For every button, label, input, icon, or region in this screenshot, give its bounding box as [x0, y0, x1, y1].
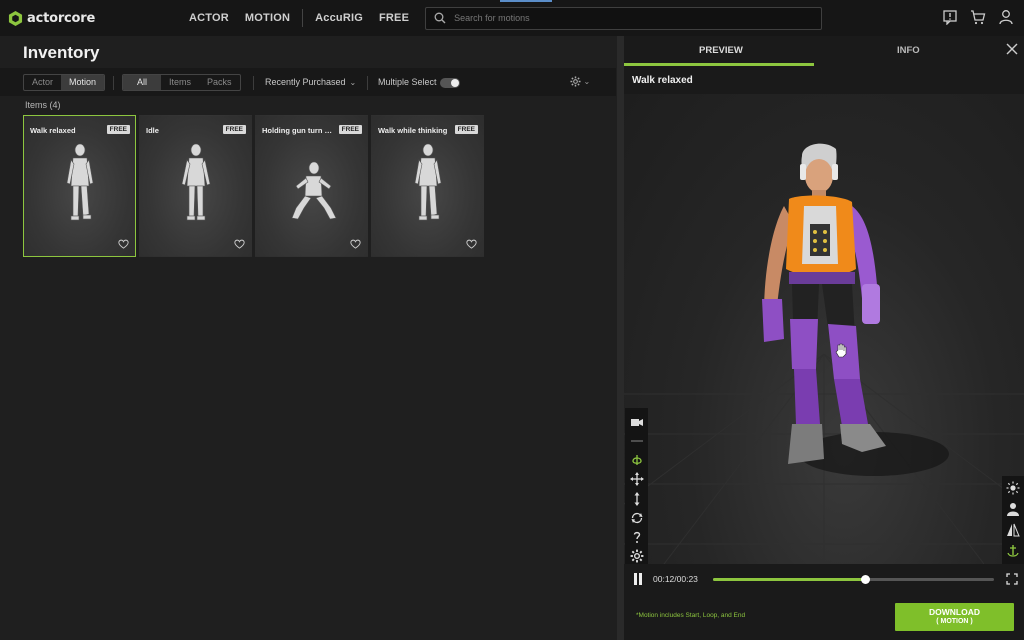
filter-bar: Actor Motion All Items Packs Recently Pu… — [0, 68, 616, 96]
tab-items[interactable]: Items — [161, 75, 199, 90]
logo[interactable]: actorcore — [8, 10, 148, 26]
motion-card[interactable]: Walk while thinking FREE — [371, 115, 484, 257]
help-icon[interactable] — [630, 530, 644, 545]
inventory-panel: Inventory Actor Motion All Items Packs R… — [0, 36, 616, 640]
viewport-left-toolbar — [625, 408, 648, 564]
tab-all[interactable]: All — [123, 75, 162, 90]
download-sublabel: ( MOTION ) — [936, 618, 973, 625]
chevron-down-icon: ⌄ — [349, 78, 357, 87]
move-icon[interactable] — [629, 472, 644, 487]
divider-line-icon — [630, 433, 644, 448]
3d-viewport[interactable] — [624, 94, 1024, 564]
logo-text: actorcore — [27, 10, 96, 26]
nav-actor[interactable]: ACTOR — [189, 12, 229, 24]
free-badge: FREE — [106, 125, 130, 134]
timecode: 00:12/00:23 — [653, 574, 698, 584]
motion-thumbnail — [181, 143, 211, 221]
actorcore-logo-icon — [8, 10, 23, 26]
motion-card[interactable]: Idle FREE — [139, 115, 252, 257]
divider — [253, 76, 254, 90]
multiselect-toggle[interactable] — [440, 78, 460, 88]
search-input[interactable] — [454, 13, 795, 23]
vertical-move-icon[interactable] — [630, 491, 644, 506]
motion-thumbnail — [414, 143, 442, 221]
tab-motion[interactable]: Motion — [61, 75, 105, 90]
scope-switch: All Items Packs — [122, 74, 241, 91]
search-box[interactable] — [425, 6, 823, 30]
tab-actor[interactable]: Actor — [24, 75, 61, 90]
viewport-right-toolbar — [1002, 476, 1024, 564]
preview-tabs: PREVIEW INFO — [624, 36, 1024, 66]
tab-packs[interactable]: Packs — [199, 75, 240, 90]
card-title: Walk while thinking — [378, 126, 448, 135]
page-title: Inventory — [23, 43, 100, 62]
motion-card[interactable]: Holding gun turn t... FREE — [255, 115, 368, 257]
search-icon — [434, 12, 446, 24]
nav-divider — [302, 9, 304, 27]
sort-dropdown[interactable]: Recently Purchased ⌄ — [265, 77, 356, 87]
sort-label: Recently Purchased — [265, 77, 346, 87]
card-title: Idle — [146, 126, 159, 135]
items-count: Items (4) — [25, 100, 61, 110]
mirror-icon[interactable] — [1006, 522, 1020, 538]
heart-icon[interactable] — [466, 239, 477, 249]
user-icon[interactable] — [998, 9, 1014, 25]
heart-icon[interactable] — [234, 239, 245, 249]
toggle-knob — [451, 79, 459, 87]
divider — [367, 76, 368, 90]
camera-icon[interactable] — [630, 414, 644, 429]
preview-panel: PREVIEW INFO Walk relaxed 00:12/00:23 *M… — [624, 36, 1024, 640]
feedback-icon[interactable] — [942, 9, 958, 26]
heart-icon[interactable] — [350, 239, 361, 249]
type-switch: Actor Motion — [23, 74, 106, 91]
tab-info[interactable]: INFO — [897, 45, 920, 56]
playback-bar: 00:12/00:23 — [624, 566, 1024, 592]
close-icon[interactable] — [1006, 43, 1018, 55]
motion-grid: Walk relaxed FREE Idle FREE Holding gun turn… — [23, 115, 484, 257]
gear-icon — [570, 76, 581, 87]
motion-card[interactable]: Walk relaxed FREE — [23, 115, 136, 257]
nav-free[interactable]: FREE — [379, 12, 409, 24]
gear-icon[interactable] — [630, 549, 644, 564]
3d-scene — [624, 143, 1024, 564]
ground-anchor-icon[interactable] — [630, 453, 644, 468]
card-title: Walk relaxed — [30, 126, 76, 135]
timeline-progress — [713, 578, 865, 581]
anchor-icon[interactable] — [1006, 543, 1020, 559]
nav-motion[interactable]: MOTION — [245, 12, 290, 24]
chevron-down-icon: ⌄ — [583, 77, 591, 86]
timeline-handle[interactable] — [860, 575, 870, 584]
actor-icon[interactable] — [1006, 501, 1020, 517]
nav-accurig[interactable]: AccuRIG — [315, 12, 363, 24]
fullscreen-icon[interactable] — [1006, 573, 1018, 585]
free-badge: FREE — [338, 125, 362, 134]
heart-icon[interactable] — [118, 239, 129, 249]
divider — [113, 76, 114, 90]
tab-preview[interactable]: PREVIEW — [699, 45, 743, 56]
panel-scrollbar[interactable] — [617, 36, 624, 640]
motion-thumbnail — [291, 161, 337, 220]
timeline-slider[interactable] — [713, 575, 994, 584]
card-title: Holding gun turn t... — [262, 126, 332, 135]
motion-note: *Motion includes Start, Loop, and End — [636, 612, 746, 619]
multiselect-label: Multiple Select — [378, 77, 437, 87]
preview-title: Walk relaxed — [632, 75, 693, 86]
download-button[interactable]: DOWNLOAD ( MOTION ) — [895, 603, 1014, 631]
top-bar: actorcore ACTOR MOTION AccuRIG FREE — [0, 0, 1024, 36]
pause-button[interactable] — [633, 573, 643, 585]
top-accent-line — [500, 0, 552, 2]
rotate-icon[interactable] — [630, 510, 644, 525]
settings-dropdown[interactable]: ⌄ — [570, 76, 590, 87]
light-icon[interactable] — [1006, 480, 1020, 496]
motion-thumbnail — [66, 143, 94, 221]
free-badge: FREE — [454, 125, 478, 134]
active-tab-indicator — [624, 63, 814, 66]
cart-icon[interactable] — [970, 9, 986, 25]
free-badge: FREE — [222, 125, 246, 134]
download-label: DOWNLOAD — [929, 607, 980, 617]
